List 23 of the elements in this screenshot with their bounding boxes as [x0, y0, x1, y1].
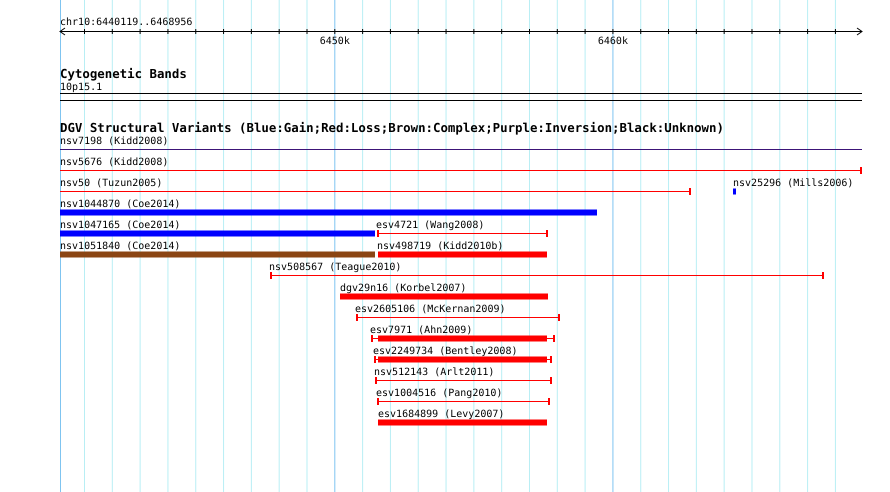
variant-label: nsv7198 (Kidd2008)	[60, 136, 168, 147]
variant-label: esv7971 (Ahn2009)	[370, 325, 472, 336]
variant-label: nsv1047165 (Coe2014)	[60, 220, 180, 231]
band-label: 10p15.1	[60, 82, 102, 93]
variant-label: esv1684899 (Levy2007)	[378, 409, 504, 420]
variant-label: nsv5676 (Kidd2008)	[60, 157, 168, 168]
variant-label: nsv498719 (Kidd2010b)	[377, 241, 504, 252]
variant-label: nsv1044870 (Coe2014)	[60, 199, 180, 210]
variant-label: nsv508567 (Teague2010)	[269, 262, 402, 273]
track-title: Cytogenetic Bands	[60, 66, 187, 81]
ruler-range: chr10:6440119..6468956	[60, 17, 192, 28]
variant-label: nsv50 (Tuzun2005)	[60, 178, 162, 189]
variant-label: dgv29n16 (Korbel2007)	[340, 283, 466, 294]
scale-tick-label: 6460k	[598, 36, 628, 47]
variant-label: nsv25296 (Mills2006)	[733, 178, 854, 189]
variant-label: esv1004516 (Pang2010)	[376, 388, 502, 399]
scale-tick-label: 6450k	[320, 36, 350, 47]
variant-label: esv2605106 (McKernan2009)	[355, 304, 506, 315]
variant-label: esv2249734 (Bentley2008)	[373, 346, 518, 357]
variant-label: nsv512143 (Arlt2011)	[374, 367, 494, 378]
variant-label: nsv1051840 (Coe2014)	[60, 241, 180, 252]
variant-label: esv4721 (Wang2008)	[376, 220, 484, 231]
track-title: DGV Structural Variants (Blue:Gain;Red:Loss;Brown:Complex;Purple:Inversion;Black:Unknown)	[60, 120, 724, 135]
